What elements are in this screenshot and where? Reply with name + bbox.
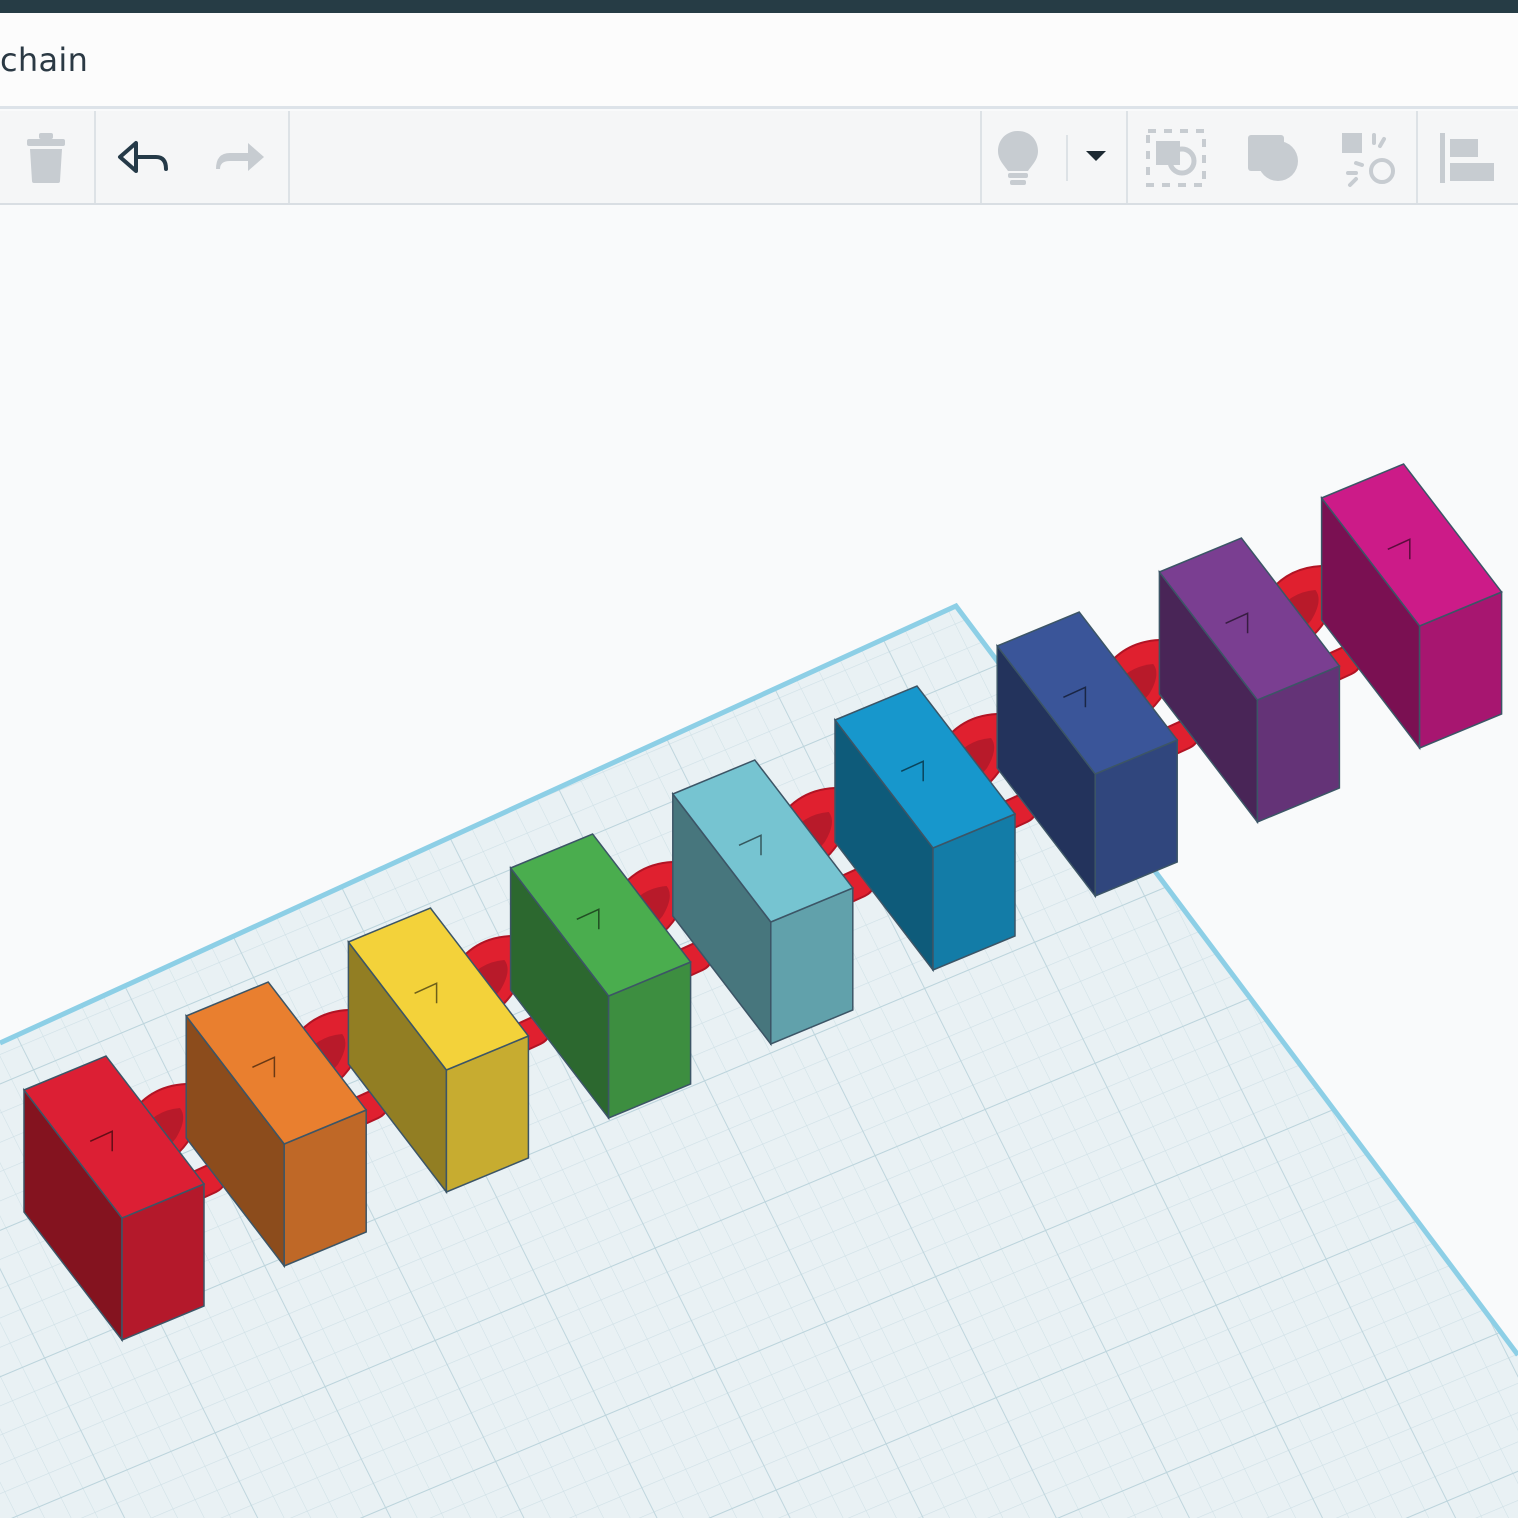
- group-icon: [1146, 129, 1206, 187]
- undo-button[interactable]: [116, 133, 172, 183]
- ungroup-icon: [1248, 135, 1298, 181]
- caret-down-icon: [1086, 151, 1106, 161]
- toolbar-separator: [980, 111, 982, 203]
- align-button[interactable]: [1436, 131, 1498, 187]
- toolbar-separator: [288, 111, 290, 203]
- trash-icon: [27, 133, 65, 183]
- toolbar-separator: [94, 111, 96, 203]
- align-icon: [1440, 133, 1494, 183]
- toolbar-separator: [1416, 111, 1418, 203]
- mirror-icon: [1342, 133, 1395, 187]
- title-bar: chain: [0, 13, 1518, 109]
- undo-arrow-icon: [118, 141, 168, 173]
- 3d-viewport[interactable]: [0, 205, 1518, 1518]
- document-title[interactable]: chain: [0, 41, 88, 79]
- notes-dropdown-button[interactable]: [1082, 147, 1110, 167]
- ungroup-button[interactable]: [1244, 129, 1304, 189]
- redo-button[interactable]: [212, 133, 268, 183]
- toolbar-separator: [1066, 135, 1068, 181]
- mirror-button[interactable]: [1338, 129, 1400, 191]
- toolbar-separator: [1126, 111, 1128, 203]
- group-button[interactable]: [1144, 127, 1208, 189]
- lightbulb-icon: [998, 131, 1038, 185]
- delete-button[interactable]: [20, 131, 72, 185]
- top-strip: [0, 0, 1518, 13]
- redo-arrow-icon: [216, 143, 264, 171]
- notes-button[interactable]: [994, 129, 1042, 189]
- chain-link[interactable]: [1320, 463, 1503, 751]
- toolbar: [0, 111, 1518, 205]
